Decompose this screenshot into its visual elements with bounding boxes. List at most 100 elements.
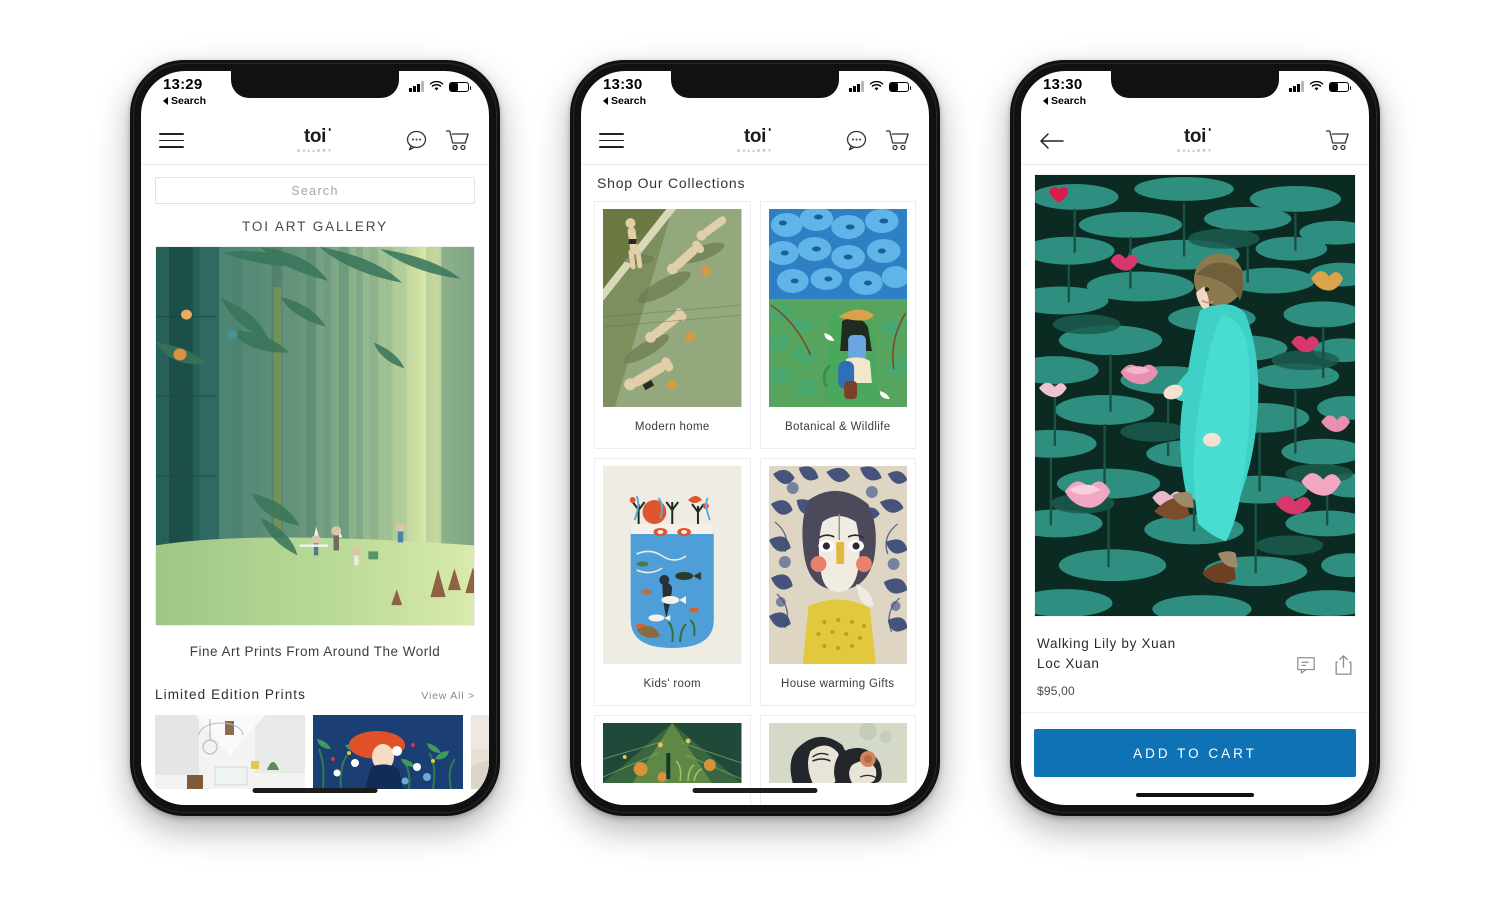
beige-print <box>471 715 489 789</box>
list-item[interactable] <box>471 715 489 789</box>
aquarium-blue <box>603 466 742 664</box>
status-time: 13:30 <box>1043 76 1083 93</box>
divers-olive <box>603 209 742 407</box>
screen-home: 13:29 Search toi GALLERY Search TOI ART … <box>141 71 489 805</box>
status-back-link[interactable]: Search <box>1043 96 1086 107</box>
signal-icon <box>849 81 864 92</box>
logo-text: toi <box>1184 127 1212 146</box>
back-triangle-icon <box>1043 97 1048 106</box>
chat-bubble-icon[interactable] <box>405 129 429 153</box>
logo-dot <box>328 128 332 131</box>
section-header: Limited Edition Prints View All > <box>155 687 475 702</box>
chat-bubble-icon[interactable] <box>845 129 869 153</box>
collection-art <box>603 466 742 664</box>
status-back-link[interactable]: Search <box>603 96 646 107</box>
share-icon[interactable] <box>1334 654 1353 676</box>
collection-art <box>603 209 742 407</box>
status-back-link[interactable]: Search <box>163 96 206 107</box>
logo-dot <box>1208 128 1212 131</box>
back-triangle-icon <box>163 97 168 106</box>
list-item[interactable] <box>155 715 305 789</box>
logo-subtitle: GALLERY <box>736 148 774 154</box>
logo-text: toi <box>744 127 772 146</box>
home-indicator <box>692 788 818 793</box>
status-time: 13:30 <box>603 76 643 93</box>
screen-product: 13:30 Search toi GALLERY Walking Lily by… <box>1021 71 1369 805</box>
page-title: Shop Our Collections <box>597 175 746 191</box>
home-indicator <box>1136 792 1254 797</box>
add-to-cart-button[interactable]: ADD TO CART <box>1034 729 1356 778</box>
brand-logo[interactable]: toi GALLERY <box>297 127 334 154</box>
collections-grid: Modern home Botanical & Wildlife Kids' r… <box>581 201 929 805</box>
signal-icon <box>1289 81 1304 92</box>
limited-edition-list[interactable] <box>155 715 489 789</box>
greenhouse-teal <box>603 723 742 783</box>
collection-label: House warming Gifts <box>781 678 895 690</box>
collection-label: Botanical & Wildlife <box>785 421 891 433</box>
status-back-label: Search <box>611 95 647 107</box>
mother-child-sage <box>768 723 907 783</box>
search-input[interactable]: Search <box>155 177 475 204</box>
section-title: Limited Edition Prints <box>155 687 307 702</box>
hamburger-icon[interactable] <box>159 133 184 148</box>
wifi-icon <box>1309 81 1324 91</box>
collection-card-botanical-wildlife[interactable]: Botanical & Wildlife <box>759 201 916 449</box>
tagline: Fine Art Prints From Around The World <box>189 644 441 659</box>
app-header: toi GALLERY <box>1021 117 1369 165</box>
signal-icon <box>409 81 424 92</box>
collection-card-kids-room[interactable]: Kids' room <box>594 458 751 706</box>
collection-art <box>768 723 907 783</box>
collection-art <box>768 209 907 407</box>
app-header: toi GALLERY <box>141 117 489 165</box>
view-all-link[interactable]: View All > <box>421 690 475 702</box>
red-haired-woman-floral-print <box>313 715 463 789</box>
cart-icon[interactable] <box>885 129 911 152</box>
product-info: Walking Lily by Xuan Loc Xuan $95,00 <box>1021 617 1369 714</box>
list-item[interactable] <box>313 715 463 789</box>
white-interior-print <box>155 715 305 789</box>
logo-subtitle: GALLERY <box>1176 148 1214 154</box>
collection-art <box>768 466 907 664</box>
brand-title: TOI ART GALLERY <box>241 219 389 234</box>
notch <box>671 71 839 98</box>
walking-lily-lotus-pond <box>1035 175 1355 616</box>
heart-icon[interactable] <box>1049 185 1069 204</box>
collection-card-house-warming-gifts[interactable]: House warming Gifts <box>759 458 916 706</box>
screenshot-canvas: 13:29 Search toi GALLERY Search TOI ART … <box>0 0 1500 900</box>
wifi-icon <box>429 81 444 91</box>
arrow-left-icon[interactable] <box>1039 132 1065 150</box>
logo-dot <box>768 128 772 131</box>
collection-label: Kids' room <box>643 678 701 690</box>
product-title: Walking Lily by Xuan Loc Xuan <box>1037 634 1176 673</box>
cart-icon[interactable] <box>1325 129 1351 152</box>
collection-card-modern-home[interactable]: Modern home <box>594 201 751 449</box>
hero-image[interactable] <box>155 246 475 626</box>
app-header: toi GALLERY <box>581 117 929 165</box>
battery-icon <box>449 81 472 92</box>
home-indicator <box>252 788 378 793</box>
brand-logo[interactable]: toi GALLERY <box>1177 127 1214 154</box>
product-image[interactable] <box>1034 174 1356 617</box>
brand-logo[interactable]: toi GALLERY <box>737 127 774 154</box>
cart-icon[interactable] <box>445 129 471 152</box>
logo-text: toi <box>304 127 332 146</box>
phone-home: 13:29 Search toi GALLERY Search TOI ART … <box>130 60 500 816</box>
woman-indigo-floral <box>768 466 907 664</box>
product-price: $95,00 <box>1037 684 1075 699</box>
wifi-icon <box>869 81 884 91</box>
collection-label <box>761 783 916 805</box>
phone-product: 13:30 Search toi GALLERY Walking Lily by… <box>1010 60 1380 816</box>
bamboo-forest-illustration <box>156 247 474 625</box>
back-triangle-icon <box>603 97 608 106</box>
hamburger-icon[interactable] <box>599 133 624 148</box>
screen-collections: 13:30 Search toi GALLERY Shop Our Collec… <box>581 71 929 805</box>
collection-label: Modern home <box>634 421 710 433</box>
comment-icon[interactable] <box>1296 655 1316 675</box>
notch <box>1111 71 1279 98</box>
logo-subtitle: GALLERY <box>296 148 334 154</box>
phone-collections: 13:30 Search toi GALLERY Shop Our Collec… <box>570 60 940 816</box>
status-back-label: Search <box>171 95 207 107</box>
notch <box>231 71 399 98</box>
status-back-label: Search <box>1051 95 1087 107</box>
status-time: 13:29 <box>163 76 203 93</box>
